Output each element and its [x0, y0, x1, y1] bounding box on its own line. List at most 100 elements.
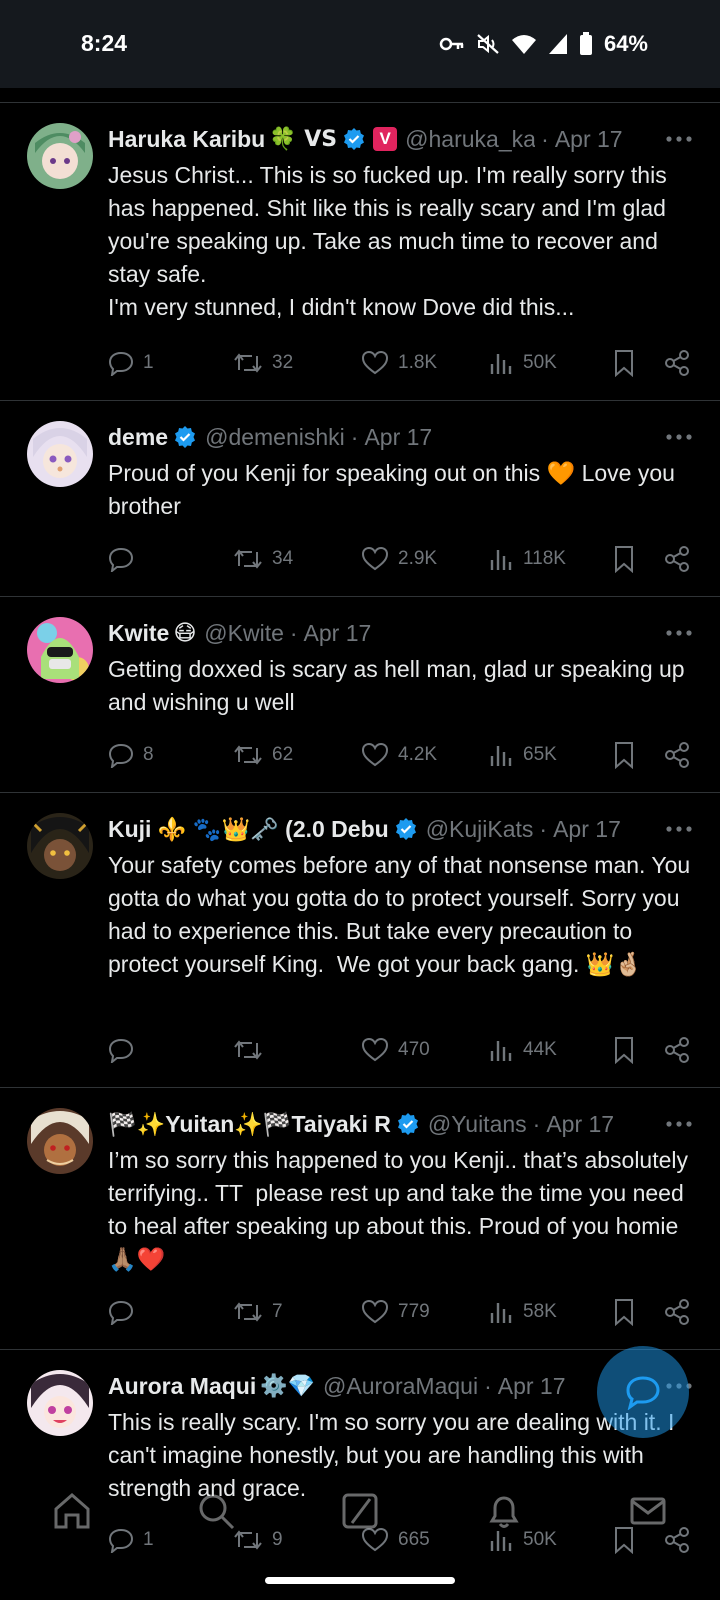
- avatar[interactable]: [27, 617, 93, 683]
- reply-button[interactable]: 1: [108, 347, 154, 379]
- reply-button[interactable]: [108, 1296, 143, 1328]
- tweet-header: 🏁✨Yuitan✨🏁Taiyaki R @Yuitans · Apr 17: [108, 1108, 638, 1140]
- retweet-button[interactable]: 62: [233, 739, 293, 771]
- tweet[interactable]: Haruka Karibu 🍀 VS V @haruka_ka · Apr 17…: [0, 103, 720, 401]
- share-button[interactable]: [663, 1296, 691, 1328]
- nav-messages[interactable]: [623, 1486, 673, 1536]
- tweet-date[interactable]: Apr 17: [304, 620, 372, 647]
- verified-icon: [175, 426, 196, 448]
- views-button[interactable]: 58K: [490, 1296, 557, 1328]
- home-gesture-pill[interactable]: [265, 1577, 455, 1584]
- like-button[interactable]: 779: [361, 1296, 430, 1328]
- nav-grok[interactable]: [335, 1486, 385, 1536]
- retweet-button[interactable]: [233, 1034, 272, 1066]
- retweet-icon: [234, 745, 262, 765]
- handle[interactable]: @AuroraMaqui: [323, 1373, 478, 1400]
- retweet-button[interactable]: 32: [233, 347, 293, 379]
- retweet-button[interactable]: 34: [233, 543, 293, 575]
- handle[interactable]: @KujiKats: [426, 816, 534, 843]
- reply-button[interactable]: [108, 1034, 143, 1066]
- handle[interactable]: @haruka_ka: [405, 126, 535, 153]
- display-name[interactable]: deme: [108, 424, 168, 451]
- views-icon: [490, 354, 512, 374]
- tweet-text: I’m so sorry this happened to you Kenji.…: [108, 1147, 695, 1272]
- search-icon: [199, 1494, 235, 1530]
- tweet-text: Getting doxxed is scary as hell man, gla…: [108, 656, 691, 715]
- heart-icon: [361, 1037, 389, 1062]
- reply-button[interactable]: 8: [108, 739, 154, 771]
- tweet-date[interactable]: Apr 17: [364, 424, 432, 451]
- display-name[interactable]: Aurora Maqui: [108, 1373, 256, 1400]
- bookmark-icon: [615, 1037, 633, 1064]
- tweet-date[interactable]: Apr 17: [553, 816, 621, 843]
- like-button[interactable]: 4.2K: [361, 739, 437, 771]
- avatar[interactable]: [27, 123, 93, 189]
- bookmark-button[interactable]: [613, 543, 635, 575]
- handle[interactable]: @demenishki: [205, 424, 345, 451]
- tweet-date[interactable]: Apr 17: [555, 126, 623, 153]
- more-icon[interactable]: [664, 1112, 694, 1136]
- handle[interactable]: @Yuitans: [428, 1111, 527, 1138]
- separator: ·: [532, 1110, 541, 1137]
- tweet-date[interactable]: Apr 17: [498, 1373, 566, 1400]
- tweet-date[interactable]: Apr 17: [546, 1111, 614, 1138]
- display-name[interactable]: Haruka Karibu: [108, 126, 265, 153]
- share-icon: [665, 1299, 689, 1325]
- views-button[interactable]: 118K: [490, 543, 566, 575]
- nav-search[interactable]: [191, 1486, 241, 1536]
- retweet-button[interactable]: 7: [233, 1296, 283, 1328]
- more-icon[interactable]: [664, 127, 694, 151]
- avatar[interactable]: [27, 1108, 93, 1174]
- like-count: 779: [398, 1301, 430, 1322]
- tweet[interactable]: Kwite 😷 @Kwite · Apr 17 Getting doxxed i…: [0, 597, 720, 793]
- display-name[interactable]: 🏁✨Yuitan✨🏁Taiyaki R: [108, 1111, 391, 1138]
- bookmark-button[interactable]: [613, 1034, 635, 1066]
- reply-icon: [108, 1300, 134, 1325]
- tweet[interactable]: deme @demenishki · Apr 17 Proud of you K…: [0, 401, 720, 597]
- like-button[interactable]: 470: [361, 1034, 430, 1066]
- tweet-header: Kuji ⚜️ 🐾👑🗝️ (2.0 Debu @KujiKats · Apr 1…: [108, 813, 638, 845]
- reply-button[interactable]: [108, 543, 143, 575]
- action-bar: 34 2.9K 118K: [108, 543, 700, 575]
- nav-notifications[interactable]: [479, 1486, 529, 1536]
- share-button[interactable]: [663, 739, 691, 771]
- views-button[interactable]: 50K: [490, 347, 557, 379]
- bookmark-icon: [615, 742, 633, 769]
- tweet[interactable]: 🏁✨Yuitan✨🏁Taiyaki R @Yuitans · Apr 17 I’…: [0, 1088, 720, 1350]
- display-name[interactable]: Kuji ⚜️ 🐾👑🗝️ (2.0 Debu: [108, 816, 389, 843]
- compose-reply-button[interactable]: [597, 1346, 689, 1438]
- signal-icon: [548, 33, 568, 55]
- share-button[interactable]: [663, 1034, 691, 1066]
- bookmark-button[interactable]: [613, 347, 635, 379]
- action-bar: 1 32 1.8K 50K: [108, 347, 700, 379]
- avatar[interactable]: [27, 421, 93, 487]
- reply-bubble-icon: [626, 1376, 660, 1410]
- nav-home[interactable]: [47, 1486, 97, 1536]
- views-button[interactable]: 44K: [490, 1034, 557, 1066]
- retweet-icon: [234, 1040, 262, 1060]
- action-bar: 470 44K: [108, 1034, 700, 1066]
- name-emoji: 🍀 VS: [269, 126, 338, 152]
- bookmark-button[interactable]: [613, 1296, 635, 1328]
- more-icon[interactable]: [664, 621, 694, 645]
- tweet-header: Kwite 😷 @Kwite · Apr 17: [108, 617, 638, 649]
- display-name[interactable]: Kwite: [108, 620, 169, 647]
- like-button[interactable]: 1.8K: [361, 347, 437, 379]
- avatar[interactable]: [27, 1370, 93, 1436]
- gesture-bar: [0, 1560, 720, 1600]
- views-button[interactable]: 65K: [490, 739, 557, 771]
- avatar[interactable]: [27, 813, 93, 879]
- tweet[interactable]: Kuji ⚜️ 🐾👑🗝️ (2.0 Debu @KujiKats · Apr 1…: [0, 793, 720, 1088]
- separator: ·: [350, 423, 359, 450]
- like-button[interactable]: 2.9K: [361, 543, 437, 575]
- more-icon[interactable]: [664, 425, 694, 449]
- battery-percent: 64%: [603, 31, 648, 56]
- handle[interactable]: @Kwite: [204, 620, 284, 647]
- like-count: 1.8K: [398, 352, 438, 373]
- share-button[interactable]: [663, 347, 691, 379]
- share-button[interactable]: [663, 543, 691, 575]
- separator: ·: [539, 815, 548, 842]
- more-icon[interactable]: [664, 817, 694, 841]
- view-count: 58K: [523, 1301, 557, 1322]
- bookmark-button[interactable]: [613, 739, 635, 771]
